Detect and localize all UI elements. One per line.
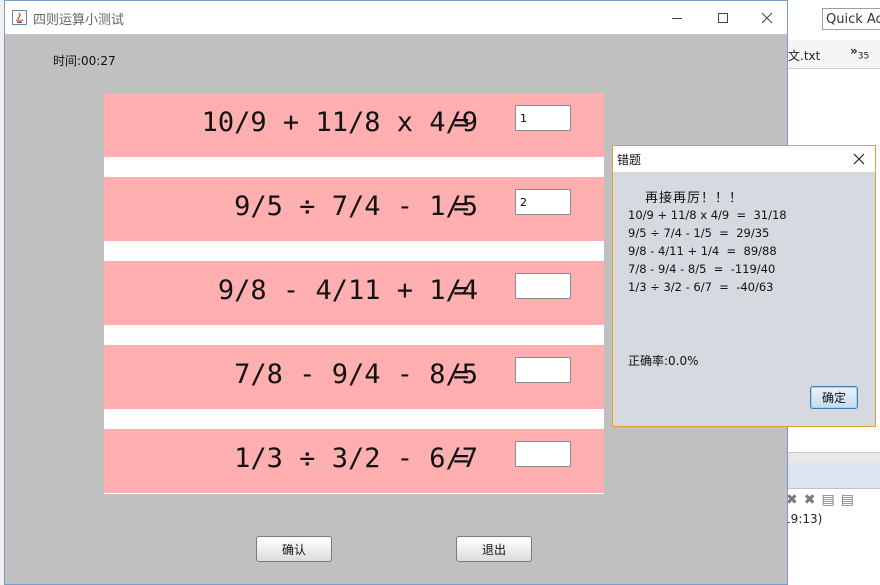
wrong-answer-line: 10/9 + 11/8 x 4/9 = 31/18 bbox=[628, 208, 787, 222]
ide-editor-tab[interactable]: 文.txt bbox=[788, 47, 820, 64]
question-row: 9/8 - 4/11 + 1/4 = bbox=[104, 261, 604, 325]
answer-input[interactable] bbox=[515, 189, 571, 215]
equals-sign: = bbox=[453, 191, 470, 222]
dialog-encouragement: 再接再厉！！！ bbox=[645, 191, 744, 206]
question-row: 1/3 ÷ 3/2 - 6/7 = bbox=[104, 429, 604, 493]
close-icon bbox=[853, 153, 865, 165]
answer-input[interactable] bbox=[515, 273, 571, 299]
console-toolbar-icons[interactable]: ✖✖▤▤ bbox=[786, 492, 860, 508]
wrong-answer-line: 7/8 - 9/4 - 8/5 = -119/40 bbox=[628, 262, 776, 276]
maximize-icon bbox=[718, 13, 728, 23]
question-row: 10/9 + 11/8 x 4/9 = bbox=[104, 93, 604, 157]
wrong-answer-line: 9/8 - 4/11 + 1/4 = 89/88 bbox=[628, 244, 777, 258]
minimize-button[interactable] bbox=[657, 5, 697, 31]
question-expression: 9/8 - 4/11 + 1/4 bbox=[217, 275, 478, 306]
answer-input[interactable] bbox=[515, 357, 571, 383]
dialog-ok-button[interactable]: 确定 bbox=[810, 386, 858, 409]
question-row: 9/5 ÷ 7/4 - 1/5 = bbox=[104, 177, 604, 241]
exit-button[interactable]: 退出 bbox=[456, 536, 532, 562]
question-expression: 7/8 - 9/4 - 8/5 bbox=[234, 359, 478, 390]
confirm-button[interactable]: 确认 bbox=[256, 536, 332, 562]
answer-input[interactable] bbox=[515, 441, 571, 467]
question-row: 7/8 - 9/4 - 8/5 = bbox=[104, 345, 604, 409]
equals-sign: = bbox=[453, 275, 470, 306]
dialog-close-button[interactable] bbox=[849, 150, 869, 168]
equals-sign: = bbox=[453, 107, 470, 138]
wrong-answers-dialog: 错题 再接再厉！！！ 10/9 + 11/8 x 4/9 = 31/18 9/5… bbox=[612, 145, 876, 427]
answer-input[interactable] bbox=[515, 105, 571, 131]
window-titlebar: 四则运算小测试 bbox=[5, 1, 787, 34]
ide-tab-overflow-button[interactable]: »35 bbox=[850, 44, 869, 61]
accuracy-label: 正确率:0.0% bbox=[628, 354, 699, 368]
java-app-icon bbox=[12, 10, 27, 25]
equals-sign: = bbox=[453, 443, 470, 474]
tab-overflow-label: » bbox=[850, 44, 858, 58]
close-icon bbox=[761, 12, 773, 24]
timer-label: 时间:00:27 bbox=[53, 54, 116, 68]
question-expression: 9/5 ÷ 7/4 - 1/5 bbox=[234, 191, 478, 222]
wrong-answer-line: 1/3 ÷ 3/2 - 6/7 = -40/63 bbox=[628, 280, 774, 294]
close-button[interactable] bbox=[747, 5, 787, 31]
question-panel: 10/9 + 11/8 x 4/9 = 9/5 ÷ 7/4 - 1/5 = 9/… bbox=[104, 93, 604, 494]
equals-sign: = bbox=[453, 359, 470, 390]
wrong-answer-line: 9/5 ÷ 7/4 - 1/5 = 29/35 bbox=[628, 226, 770, 240]
question-expression: 1/3 ÷ 3/2 - 6/7 bbox=[234, 443, 478, 474]
question-expression: 10/9 + 11/8 x 4/9 bbox=[201, 107, 478, 138]
dialog-titlebar: 错题 bbox=[613, 146, 875, 172]
tab-overflow-count: 35 bbox=[857, 51, 870, 62]
window-title: 四则运算小测试 bbox=[33, 13, 125, 28]
minimize-icon bbox=[672, 18, 682, 19]
dialog-title: 错题 bbox=[617, 153, 642, 167]
quick-access-input[interactable]: Quick Access bbox=[822, 8, 880, 30]
ide-console-toolbar bbox=[788, 462, 880, 489]
maximize-button[interactable] bbox=[703, 5, 743, 31]
